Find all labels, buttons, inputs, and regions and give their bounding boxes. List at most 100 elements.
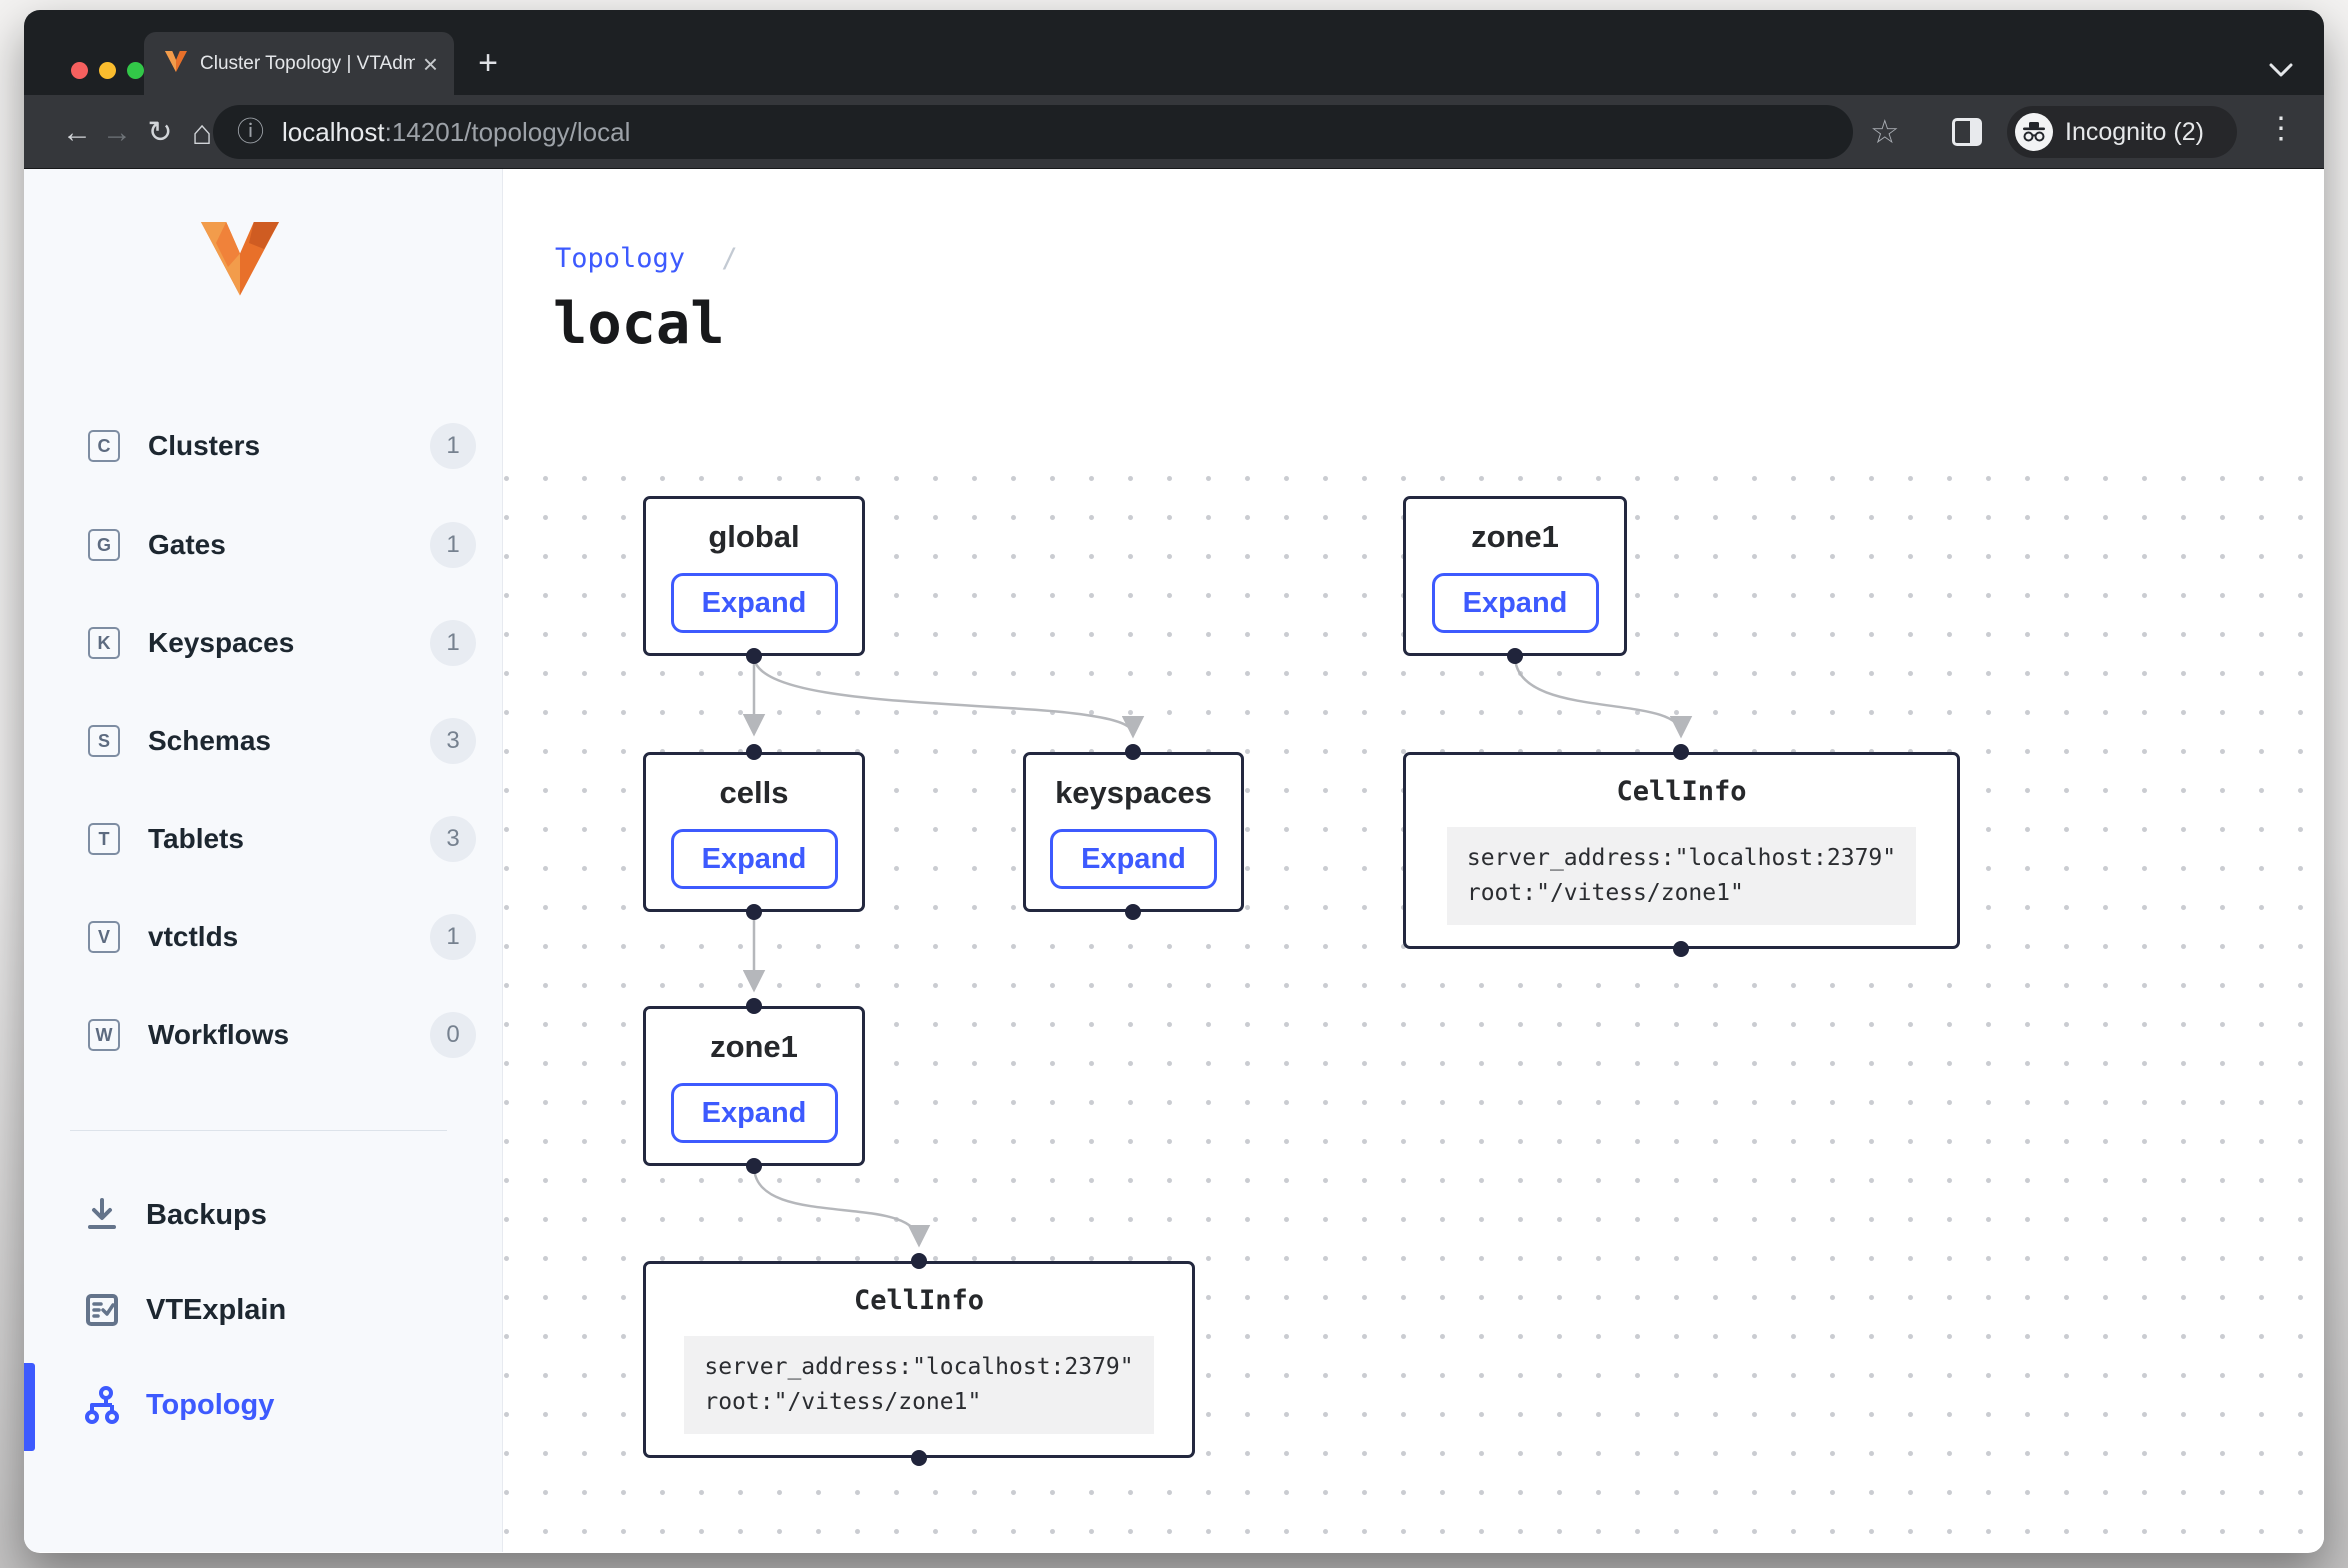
sidebar-item-workflows[interactable]: W Workflows 0: [24, 1002, 502, 1068]
tab-title: Cluster Topology | VTAdmin: [200, 53, 415, 75]
sidebar: C Clusters 1 G Gates 1 K Keyspaces 1 S S…: [24, 169, 503, 1552]
expand-button[interactable]: Expand: [671, 829, 838, 889]
count-badge: 1: [430, 423, 476, 469]
sidebar-item-vtexplain[interactable]: VTExplain: [24, 1275, 502, 1345]
sidebar-item-schemas[interactable]: S Schemas 3: [24, 708, 502, 774]
count-badge: 0: [430, 1012, 476, 1058]
zoom-window-button[interactable]: [127, 62, 144, 79]
node-zone1-cell[interactable]: zone1 Expand: [1403, 496, 1627, 656]
count-badge: 3: [430, 816, 476, 862]
tab-close-icon[interactable]: ×: [423, 51, 438, 77]
count-badge: 1: [430, 914, 476, 960]
sidebar-item-keyspaces[interactable]: K Keyspaces 1: [24, 610, 502, 676]
breadcrumb-separator: /: [721, 243, 737, 274]
node-cells[interactable]: cells Expand: [643, 752, 865, 912]
sidebar-item-backups[interactable]: Backups: [24, 1180, 502, 1250]
site-info-icon[interactable]: ⓘ: [237, 119, 264, 146]
close-window-button[interactable]: [71, 62, 88, 79]
tablets-letter-icon: T: [88, 823, 120, 855]
address-bar[interactable]: ⓘ localhost:14201/topology/local: [213, 105, 1853, 159]
node-cellinfo-zone1[interactable]: CellInfo server_address:"localhost:2379"…: [643, 1261, 1195, 1458]
sidebar-item-label: Gates: [148, 529, 226, 561]
expand-button[interactable]: Expand: [1432, 573, 1599, 633]
node-global[interactable]: global Expand: [643, 496, 865, 656]
active-item-indicator: [24, 1363, 35, 1451]
incognito-icon: [2015, 113, 2053, 151]
sidebar-item-vtctlds[interactable]: V vtctlds 1: [24, 904, 502, 970]
sidebar-item-label: Backups: [146, 1199, 267, 1232]
vitess-logo: [198, 219, 282, 302]
desktop-background: Cluster Topology | VTAdmin × + ← → ↻ ⌂ ⓘ…: [0, 0, 2348, 1568]
url-text: localhost:14201/topology/local: [282, 117, 630, 148]
main-content: Topology / local global Expand zone1 Exp…: [503, 169, 2324, 1552]
sidebar-item-label: Schemas: [148, 725, 271, 757]
node-title: zone1: [710, 1029, 798, 1065]
vtexplain-document-icon: [82, 1290, 122, 1330]
url-host: localhost: [282, 117, 385, 147]
count-badge: 3: [430, 718, 476, 764]
workflows-letter-icon: W: [88, 1019, 120, 1051]
edge-global-keyspaces: [754, 656, 1133, 734]
browser-tab[interactable]: Cluster Topology | VTAdmin ×: [144, 32, 454, 95]
sidebar-item-topology[interactable]: Topology: [24, 1370, 502, 1440]
sidebar-item-label: Keyspaces: [148, 627, 294, 659]
reload-icon[interactable]: ↻: [140, 113, 180, 153]
sidebar-item-label: Workflows: [148, 1019, 289, 1051]
bookmark-star-icon[interactable]: ☆: [1870, 112, 1900, 151]
keyspaces-letter-icon: K: [88, 627, 120, 659]
sidebar-item-label: VTExplain: [146, 1294, 286, 1327]
forward-icon[interactable]: →: [97, 113, 137, 153]
cellinfo-code: server_address:"localhost:2379" root:"/v…: [1447, 827, 1916, 925]
sidebar-item-label: Topology: [146, 1389, 274, 1422]
sidebar-item-label: Clusters: [148, 430, 260, 462]
topology-canvas[interactable]: global Expand zone1 Expand cells Expand …: [503, 470, 2324, 1552]
sidebar-item-clusters[interactable]: C Clusters 1: [24, 413, 502, 479]
expand-button[interactable]: Expand: [1050, 829, 1217, 889]
node-title: CellInfo: [854, 1285, 984, 1316]
vitess-favicon: [164, 49, 188, 78]
node-title: zone1: [1471, 519, 1559, 555]
count-badge: 1: [430, 620, 476, 666]
expand-button[interactable]: Expand: [671, 1083, 838, 1143]
breadcrumb-topology-link[interactable]: Topology: [555, 243, 685, 274]
window-controls: [71, 62, 144, 79]
sidebar-divider: [70, 1130, 447, 1131]
tab-search-chevron-icon[interactable]: [2268, 62, 2294, 83]
node-zone1[interactable]: zone1 Expand: [643, 1006, 865, 1166]
side-panel-icon[interactable]: [1952, 118, 1982, 146]
topology-network-icon: [82, 1385, 122, 1425]
clusters-letter-icon: C: [88, 430, 120, 462]
minimize-window-button[interactable]: [99, 62, 116, 79]
back-icon[interactable]: ←: [57, 113, 97, 153]
incognito-badge[interactable]: Incognito (2): [2007, 106, 2237, 158]
gates-letter-icon: G: [88, 529, 120, 561]
breadcrumb: Topology /: [555, 243, 738, 274]
node-keyspaces[interactable]: keyspaces Expand: [1023, 752, 1244, 912]
sidebar-item-gates[interactable]: G Gates 1: [24, 512, 502, 578]
incognito-label: Incognito (2): [2065, 118, 2204, 147]
url-path: :14201/topology/local: [385, 117, 631, 147]
node-cellinfo-zone1-cell[interactable]: CellInfo server_address:"localhost:2379"…: [1403, 752, 1960, 949]
browser-toolbar: ← → ↻ ⌂ ⓘ localhost:14201/topology/local…: [24, 95, 2324, 169]
node-title: keyspaces: [1055, 775, 1212, 811]
backups-download-icon: [82, 1195, 122, 1235]
sidebar-item-label: vtctlds: [148, 921, 238, 953]
browser-window: Cluster Topology | VTAdmin × + ← → ↻ ⌂ ⓘ…: [24, 10, 2324, 1553]
edge-zone1cell-cellinfo: [1515, 656, 1681, 734]
edge-zone1-cellinfo: [754, 1166, 919, 1243]
vtctlds-letter-icon: V: [88, 921, 120, 953]
node-title: cells: [720, 775, 789, 811]
page-title: local: [553, 291, 725, 357]
sidebar-item-tablets[interactable]: T Tablets 3: [24, 806, 502, 872]
sidebar-item-label: Tablets: [148, 823, 244, 855]
tab-strip: Cluster Topology | VTAdmin × +: [24, 10, 2324, 95]
node-title: global: [708, 519, 799, 555]
cellinfo-code: server_address:"localhost:2379" root:"/v…: [684, 1336, 1153, 1434]
count-badge: 1: [430, 522, 476, 568]
new-tab-button[interactable]: +: [470, 46, 506, 82]
browser-menu-icon[interactable]: ⋮: [2266, 111, 2296, 146]
node-title: CellInfo: [1616, 776, 1746, 807]
vtadmin-app: C Clusters 1 G Gates 1 K Keyspaces 1 S S…: [24, 169, 2324, 1552]
expand-button[interactable]: Expand: [671, 573, 838, 633]
schemas-letter-icon: S: [88, 725, 120, 757]
